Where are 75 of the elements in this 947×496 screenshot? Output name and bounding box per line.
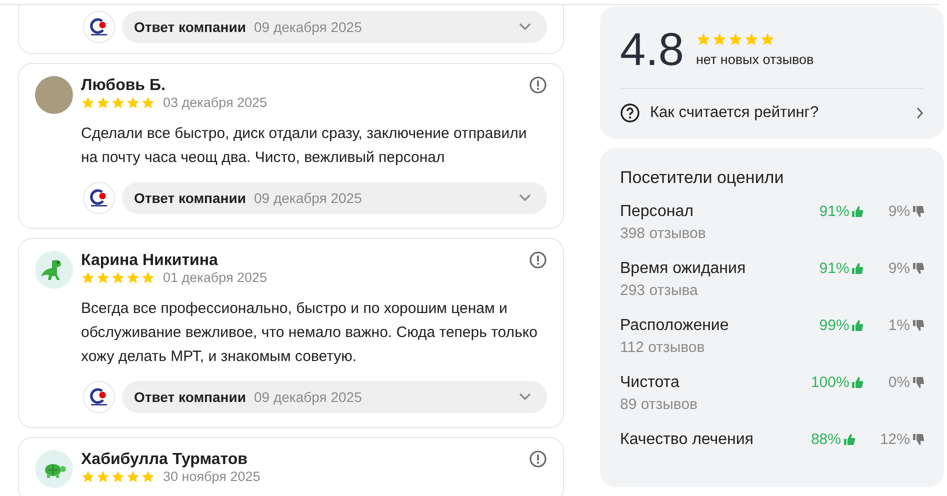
star-icon: [141, 96, 155, 110]
review-text: Сделали все быстро, диск отдали сразу, заключение отправили на почту часа чеощ два. Чисто, вежливый персонал: [81, 124, 528, 168]
thumbs-up-icon: [852, 263, 864, 274]
thumbs-down-icon: [913, 377, 924, 388]
company-logo-icon: [83, 381, 115, 413]
aspect-name: Качество лечения: [620, 430, 754, 450]
chevron-down-icon: [519, 393, 531, 401]
author-name: Хабибулла Турматов: [81, 450, 248, 469]
thumbs-down-icon: [913, 320, 924, 331]
star-icon: [96, 96, 110, 110]
thumbs-down-icon: [913, 434, 924, 445]
rating-value: 4.8: [620, 24, 684, 74]
star-icon: [126, 271, 140, 285]
review-count: 112 отзывов: [620, 339, 706, 356]
star-icon: [111, 96, 125, 110]
company-reply-toggle[interactable]: Ответ компании 09 декабря 2025: [122, 182, 547, 214]
chevron-down-icon: [519, 194, 531, 202]
report-icon[interactable]: [529, 251, 547, 269]
company-reply-toggle[interactable]: Ответ компании 09 декабря 2025: [122, 11, 547, 43]
review-date: 03 декабря 2025: [163, 95, 268, 111]
star-icon: [760, 32, 775, 46]
star-icon: [728, 32, 743, 46]
thumbs-up-icon: [852, 206, 864, 217]
star-icon: [111, 470, 125, 484]
positive-percent: 99%: [819, 316, 850, 336]
positive-percent: 88%: [810, 430, 841, 450]
company-logo-icon: [83, 11, 115, 43]
positive-percent: 91%: [819, 202, 850, 222]
star-icon: [744, 32, 759, 46]
rating-subtitle: нет новых отзывов: [696, 52, 814, 66]
review-count: 293 отзыва: [620, 282, 699, 299]
review-text: Всегда все профессионально, быстро и по хорошим ценам и обслуживание вежливое, что немало важно. Сюда теперь только хожу делать МРТ, и знакомым советую.: [81, 299, 538, 367]
rating-info-link[interactable]: Как считается рейтинг?: [620, 89, 924, 139]
star-icon: [96, 470, 110, 484]
star-icon: [712, 32, 727, 46]
company-logo-icon: [83, 182, 115, 214]
report-icon[interactable]: [529, 450, 547, 468]
positive-percent: 91%: [819, 259, 850, 279]
star-icon: [141, 271, 155, 285]
report-icon[interactable]: [529, 76, 547, 94]
star-icon: [111, 271, 125, 285]
star-icon: [81, 96, 95, 110]
positive-percent: 100%: [810, 373, 850, 393]
star-icon: [96, 271, 110, 285]
star-icon: [141, 470, 155, 484]
review-date: 30 ноября 2025: [163, 469, 260, 485]
aspect-name: Время ожидания: [620, 259, 747, 279]
negative-percent: 12%: [880, 430, 910, 450]
star-icon: [81, 271, 95, 285]
section-title: Посетители оценили: [620, 168, 785, 188]
star-icon: [126, 96, 140, 110]
chevron-down-icon: [519, 23, 531, 31]
thumbs-up-icon: [852, 377, 864, 388]
negative-percent: 1%: [888, 316, 910, 336]
review-count: 89 отзывов: [620, 396, 699, 413]
thumbs-up-icon: [852, 320, 864, 331]
author-name: Карина Никитина: [81, 251, 219, 270]
thumbs-up-icon: [844, 434, 855, 445]
company-reply-toggle[interactable]: Ответ компании 09 декабря 2025: [122, 381, 547, 413]
aspect-name: Персонал: [620, 202, 694, 222]
thumbs-down-icon: [913, 263, 924, 274]
star-icon: [126, 470, 140, 484]
chevron-right-icon: [916, 107, 924, 119]
review-date: 01 декабря 2025: [163, 270, 268, 286]
aspect-name: Чистота: [620, 373, 680, 393]
review-count: 398 отзывов: [620, 225, 707, 242]
negative-percent: 9%: [888, 259, 910, 279]
negative-percent: 0%: [888, 373, 910, 393]
negative-percent: 9%: [888, 202, 910, 222]
star-icon: [81, 470, 95, 484]
star-icon: [696, 32, 711, 46]
help-icon: [620, 103, 640, 123]
aspect-name: Расположение: [620, 316, 730, 336]
author-name: Любовь Б.: [81, 76, 166, 95]
thumbs-down-icon: [913, 206, 924, 217]
